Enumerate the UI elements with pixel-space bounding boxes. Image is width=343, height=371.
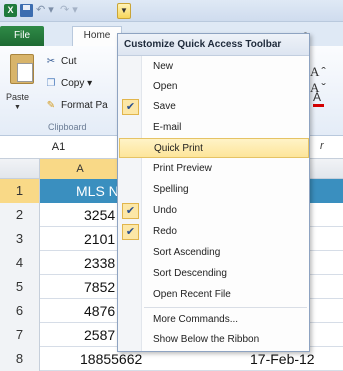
menu-item-label: Print Preview xyxy=(153,163,212,174)
clipboard-group-label: Clipboard xyxy=(48,122,87,132)
row-number[interactable]: 5 xyxy=(0,275,40,299)
menu-item-show-below-ribbon[interactable]: Show Below the Ribbon xyxy=(119,330,309,350)
menu-item-sort-ascending[interactable]: Sort Ascending xyxy=(119,243,309,263)
excel-logo-icon: X xyxy=(4,4,17,17)
menu-item-sort-descending[interactable]: Sort Descending xyxy=(119,264,309,284)
format-painter-label: Format Pa xyxy=(61,100,108,111)
brush-icon: ✎ xyxy=(46,100,56,111)
checkmark-icon: ✔ xyxy=(122,224,139,240)
menu-item-label: Sort Descending xyxy=(153,268,227,279)
menu-item-more-commands[interactable]: More Commands... xyxy=(119,310,309,330)
menu-item-new[interactable]: New xyxy=(119,57,309,77)
customize-qat-menu: Customize Quick Access Toolbar New Open … xyxy=(117,33,310,352)
row-number[interactable]: 3 xyxy=(0,227,40,251)
copy-label: Copy xyxy=(61,78,85,89)
menu-title: Customize Quick Access Toolbar xyxy=(118,34,309,56)
row-number[interactable]: 4 xyxy=(0,251,40,275)
menu-item-label: Show Below the Ribbon xyxy=(153,334,260,345)
checkmark-icon: ✔ xyxy=(122,99,139,115)
menu-item-label: Spelling xyxy=(153,184,189,195)
copy-button[interactable]: ❐ Copy ▾ xyxy=(44,78,93,89)
scissors-icon: ✂ xyxy=(46,56,56,67)
format-painter-button[interactable]: ✎ Format Pa xyxy=(44,100,108,111)
menu-item-label: Sort Ascending xyxy=(153,247,221,258)
cell[interactable]: 2101 xyxy=(40,227,120,251)
paste-button-label[interactable]: Paste xyxy=(6,92,29,102)
menu-item-label: New xyxy=(153,61,174,72)
checkmark-icon: ✔ xyxy=(122,203,139,219)
name-box[interactable]: A1 xyxy=(0,137,118,158)
cell[interactable]: MLS N xyxy=(40,179,120,203)
paste-icon[interactable] xyxy=(10,54,34,84)
row-number[interactable]: 8 xyxy=(0,347,40,371)
row-number[interactable]: 1 xyxy=(0,179,40,203)
quick-access-toolbar: X ↶ ▾ ↷ ▾ ▼ xyxy=(0,0,343,22)
row-number[interactable]: 7 xyxy=(0,323,40,347)
undo-icon[interactable]: ↶ ▾ xyxy=(36,4,58,17)
paste-dropdown-icon[interactable]: ▼ xyxy=(14,104,21,111)
chevron-down-icon: ▾ xyxy=(87,78,93,89)
font-color-button[interactable]: A xyxy=(313,90,325,107)
copy-icon: ❐ xyxy=(46,78,56,89)
menu-item-label: Redo xyxy=(153,226,177,237)
menu-item-redo[interactable]: ✔ Redo xyxy=(119,222,309,242)
menu-item-label: Open Recent File xyxy=(153,289,231,300)
row-number[interactable]: 6 xyxy=(0,299,40,323)
cut-label: Cut xyxy=(61,56,77,67)
tab-file[interactable]: File xyxy=(0,26,44,46)
menu-item-label: Save xyxy=(153,101,176,112)
menu-item-label: E-mail xyxy=(153,122,182,133)
redo-icon[interactable]: ↷ ▾ xyxy=(60,4,82,17)
menu-item-open-recent-file[interactable]: Open Recent File xyxy=(119,285,309,305)
cell[interactable]: 4876 xyxy=(40,299,120,323)
menu-separator xyxy=(144,307,307,308)
select-all-corner[interactable] xyxy=(0,159,40,179)
menu-item-label: More Commands... xyxy=(153,314,239,325)
menu-item-print-preview[interactable]: Print Preview xyxy=(119,159,309,179)
cell[interactable]: 3254 xyxy=(40,203,120,227)
save-icon[interactable] xyxy=(20,4,33,17)
menu-item-open[interactable]: Open xyxy=(119,77,309,97)
cell[interactable]: 7852 xyxy=(40,275,120,299)
menu-item-spelling[interactable]: Spelling xyxy=(119,180,309,200)
menu-item-undo[interactable]: ✔ Undo xyxy=(119,201,309,221)
menu-item-label: Undo xyxy=(153,205,177,216)
formula-bar-partial: r xyxy=(320,140,324,152)
menu-item-email[interactable]: E-mail xyxy=(119,118,309,138)
row-number[interactable]: 2 xyxy=(0,203,40,227)
menu-item-label: Quick Print xyxy=(154,143,203,154)
menu-item-label: Open xyxy=(153,81,178,92)
menu-item-quick-print[interactable]: Quick Print xyxy=(119,138,309,158)
cell[interactable]: 2587 xyxy=(40,323,120,347)
cut-button[interactable]: ✂ Cut xyxy=(44,56,77,67)
tab-home[interactable]: Home xyxy=(72,26,122,46)
column-a-header[interactable]: A xyxy=(40,159,120,179)
menu-item-save[interactable]: ✔ Save xyxy=(119,97,309,117)
customize-qat-dropdown-button[interactable]: ▼ xyxy=(117,3,131,19)
cell[interactable]: 2338 xyxy=(40,251,120,275)
